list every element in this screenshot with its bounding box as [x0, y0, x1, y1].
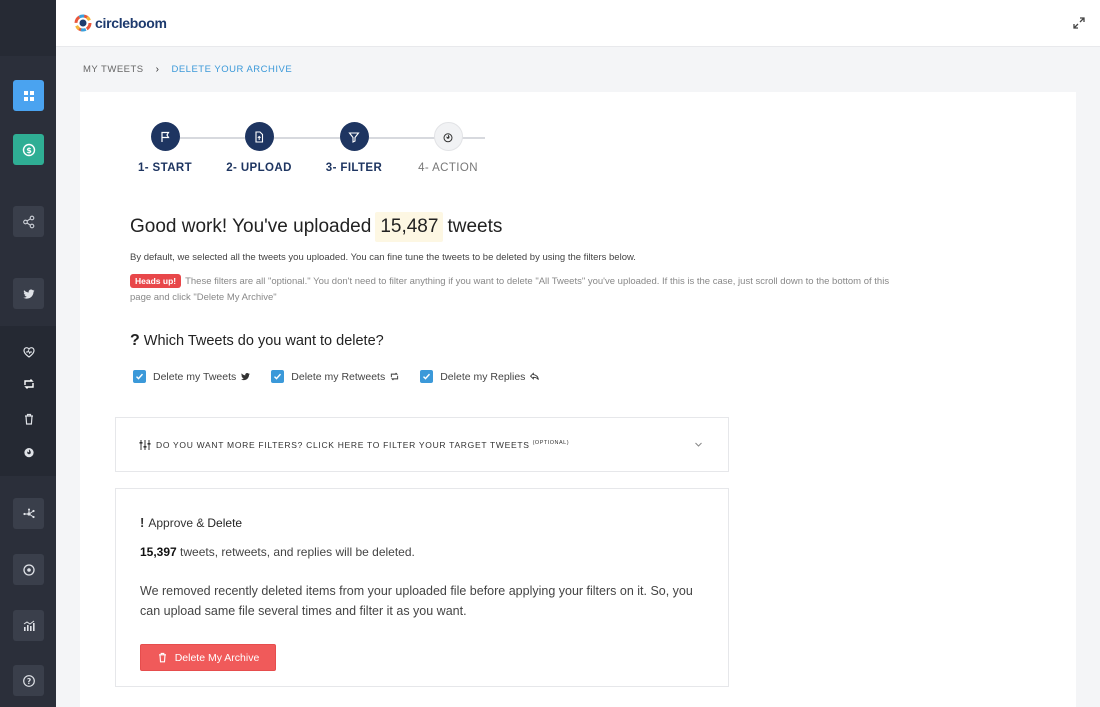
- breadcrumb-separator: ›: [155, 64, 160, 75]
- reply-icon: [530, 372, 540, 380]
- headline-prefix: Good work! You've uploaded: [130, 216, 372, 237]
- main-card: 1- START 2- UPLOAD 3- FILTER 4- ACTION G…: [80, 92, 1076, 707]
- heads-up-text: These filters are all "optional." You do…: [130, 276, 890, 303]
- sidebar-item-help[interactable]: ?: [13, 665, 44, 696]
- help-icon: ?: [22, 674, 35, 687]
- step-filter-label: 3- FILTER: [325, 162, 383, 174]
- exclamation-icon: !: [140, 515, 145, 530]
- sidebar-item-share[interactable]: [13, 206, 44, 237]
- svg-text:$: $: [26, 146, 32, 155]
- step-upload-circle: [244, 122, 274, 151]
- network-icon: [22, 508, 35, 518]
- sidebar-item-archive[interactable]: [13, 438, 44, 466]
- optional-tag: (OPTIONAL): [532, 439, 570, 446]
- deletion-count-suffix: will be deleted.: [335, 545, 415, 559]
- more-filters-label: DO YOU WANT MORE FILTERS? CLICK HERE TO …: [156, 440, 569, 450]
- file-upload-icon: [255, 130, 264, 143]
- delete-replies-checkbox[interactable]: Delete my Replies: [420, 370, 540, 383]
- svg-text:?: ?: [26, 677, 30, 686]
- breadcrumb-my-tweets[interactable]: MY TWEETS: [83, 64, 144, 75]
- approve-title-bold: Delete: [207, 515, 243, 530]
- step-filter-circle: [339, 122, 369, 151]
- tweet-type-question: ? Which Tweets do you want to delete?: [130, 332, 384, 350]
- retweet-icon: [391, 372, 399, 381]
- sidebar-item-dashboard[interactable]: [13, 80, 44, 111]
- grid-icon: [23, 90, 34, 101]
- approve-title: ! Approve & Delete: [140, 515, 242, 530]
- breadcrumb-current: DELETE YOUR ARCHIVE: [171, 64, 293, 75]
- step-upload[interactable]: 2- UPLOAD: [214, 122, 304, 174]
- sidebar-top: [0, 0, 56, 56]
- step-action[interactable]: 4- ACTION: [403, 122, 493, 174]
- retweet-icon: [23, 379, 34, 389]
- checkbox-checked-icon[interactable]: [133, 370, 146, 383]
- step-start-label: 1- START: [137, 162, 193, 174]
- sidebar: $ ?: [0, 0, 56, 707]
- more-filters-panel[interactable]: DO YOU WANT MORE FILTERS? CLICK HERE TO …: [115, 417, 729, 472]
- delete-replies-label: Delete my Replies: [440, 370, 526, 383]
- heads-up-notice: Heads up! These filters are all "optional…: [130, 274, 890, 306]
- delete-archive-button[interactable]: Delete My Archive: [140, 644, 276, 671]
- sidebar-item-retweets[interactable]: [13, 370, 44, 398]
- question-text: Which Tweets do you want to delete?: [143, 333, 384, 349]
- breadcrumb: MY TWEETS › DELETE YOUR ARCHIVE: [83, 64, 292, 75]
- flag-icon: [161, 131, 170, 142]
- delete-tweets-label: Delete my Tweets: [153, 370, 237, 383]
- step-upload-label: 2- UPLOAD: [226, 162, 292, 174]
- summary-subtext: By default, we selected all the tweets y…: [130, 252, 636, 263]
- question-mark-icon: ?: [130, 332, 140, 349]
- approve-title-prefix: Approve &: [148, 515, 205, 530]
- page-title: Good work! You've uploaded 15,487 tweets: [130, 212, 502, 242]
- progress-stepper: 1- START 2- UPLOAD 3- FILTER 4- ACTION: [80, 122, 485, 182]
- headline-suffix: tweets: [447, 216, 503, 237]
- twitter-icon: [22, 289, 34, 299]
- more-filters-text: DO YOU WANT MORE FILTERS? CLICK HERE TO …: [156, 439, 530, 450]
- sidebar-item-twitter[interactable]: [13, 278, 44, 309]
- checkbox-checked-icon[interactable]: [420, 370, 434, 383]
- deletion-count-mid: tweets, retweets, and replies: [180, 545, 333, 559]
- tweet-type-options: Delete my Tweets Delete my Retweets Dele…: [133, 370, 560, 383]
- delete-retweets-label: Delete my Retweets: [291, 370, 386, 383]
- target-icon: [22, 563, 35, 576]
- deletion-note: We removed recently deleted items from y…: [140, 584, 693, 618]
- sidebar-item-network[interactable]: [13, 498, 44, 529]
- delete-archive-label: Delete My Archive: [174, 651, 260, 664]
- deletion-count: 15,397: [140, 545, 177, 559]
- uploaded-count: 15,487: [375, 212, 444, 242]
- fire-icon: [23, 448, 34, 458]
- fire-icon: [443, 132, 453, 142]
- sidebar-item-delete[interactable]: [13, 405, 44, 433]
- step-action-label: 4- ACTION: [418, 162, 478, 174]
- step-action-circle: [433, 122, 463, 151]
- checkbox-checked-icon[interactable]: [271, 370, 285, 383]
- trash-icon: [24, 413, 33, 425]
- delete-retweets-checkbox[interactable]: Delete my Retweets: [271, 370, 400, 383]
- approve-delete-panel: ! Approve & Delete 15,397 tweets, retwee…: [115, 488, 729, 687]
- dollar-icon: $: [22, 143, 35, 156]
- sidebar-item-likes[interactable]: [13, 338, 44, 366]
- heads-up-badge: Heads up!: [130, 274, 182, 288]
- twitter-icon: [241, 373, 251, 381]
- deletion-summary: 15,397 tweets, retweets, and replies wil…: [140, 545, 415, 559]
- logo-text: circleboom: [95, 15, 167, 31]
- step-start[interactable]: 1- START: [120, 122, 210, 174]
- filter-icon: [348, 131, 360, 143]
- share-icon: [22, 215, 34, 228]
- chevron-down-icon[interactable]: [694, 440, 703, 449]
- heart-icon: [22, 347, 35, 358]
- sliders-icon: [139, 439, 151, 450]
- sidebar-item-target[interactable]: [13, 554, 44, 585]
- step-filter[interactable]: 3- FILTER: [309, 122, 399, 174]
- step-start-circle: [150, 122, 180, 151]
- sidebar-item-analytics[interactable]: [13, 610, 44, 641]
- circleboom-logo-icon: [74, 14, 92, 32]
- trash-icon: [158, 652, 166, 663]
- delete-tweets-checkbox[interactable]: Delete my Tweets: [133, 370, 251, 383]
- sidebar-item-billing[interactable]: $: [13, 134, 44, 165]
- bar-chart-icon: [23, 620, 35, 631]
- top-bar: circleboom: [56, 0, 1100, 47]
- expand-icon[interactable]: [1072, 16, 1086, 30]
- app-logo[interactable]: circleboom: [73, 13, 167, 33]
